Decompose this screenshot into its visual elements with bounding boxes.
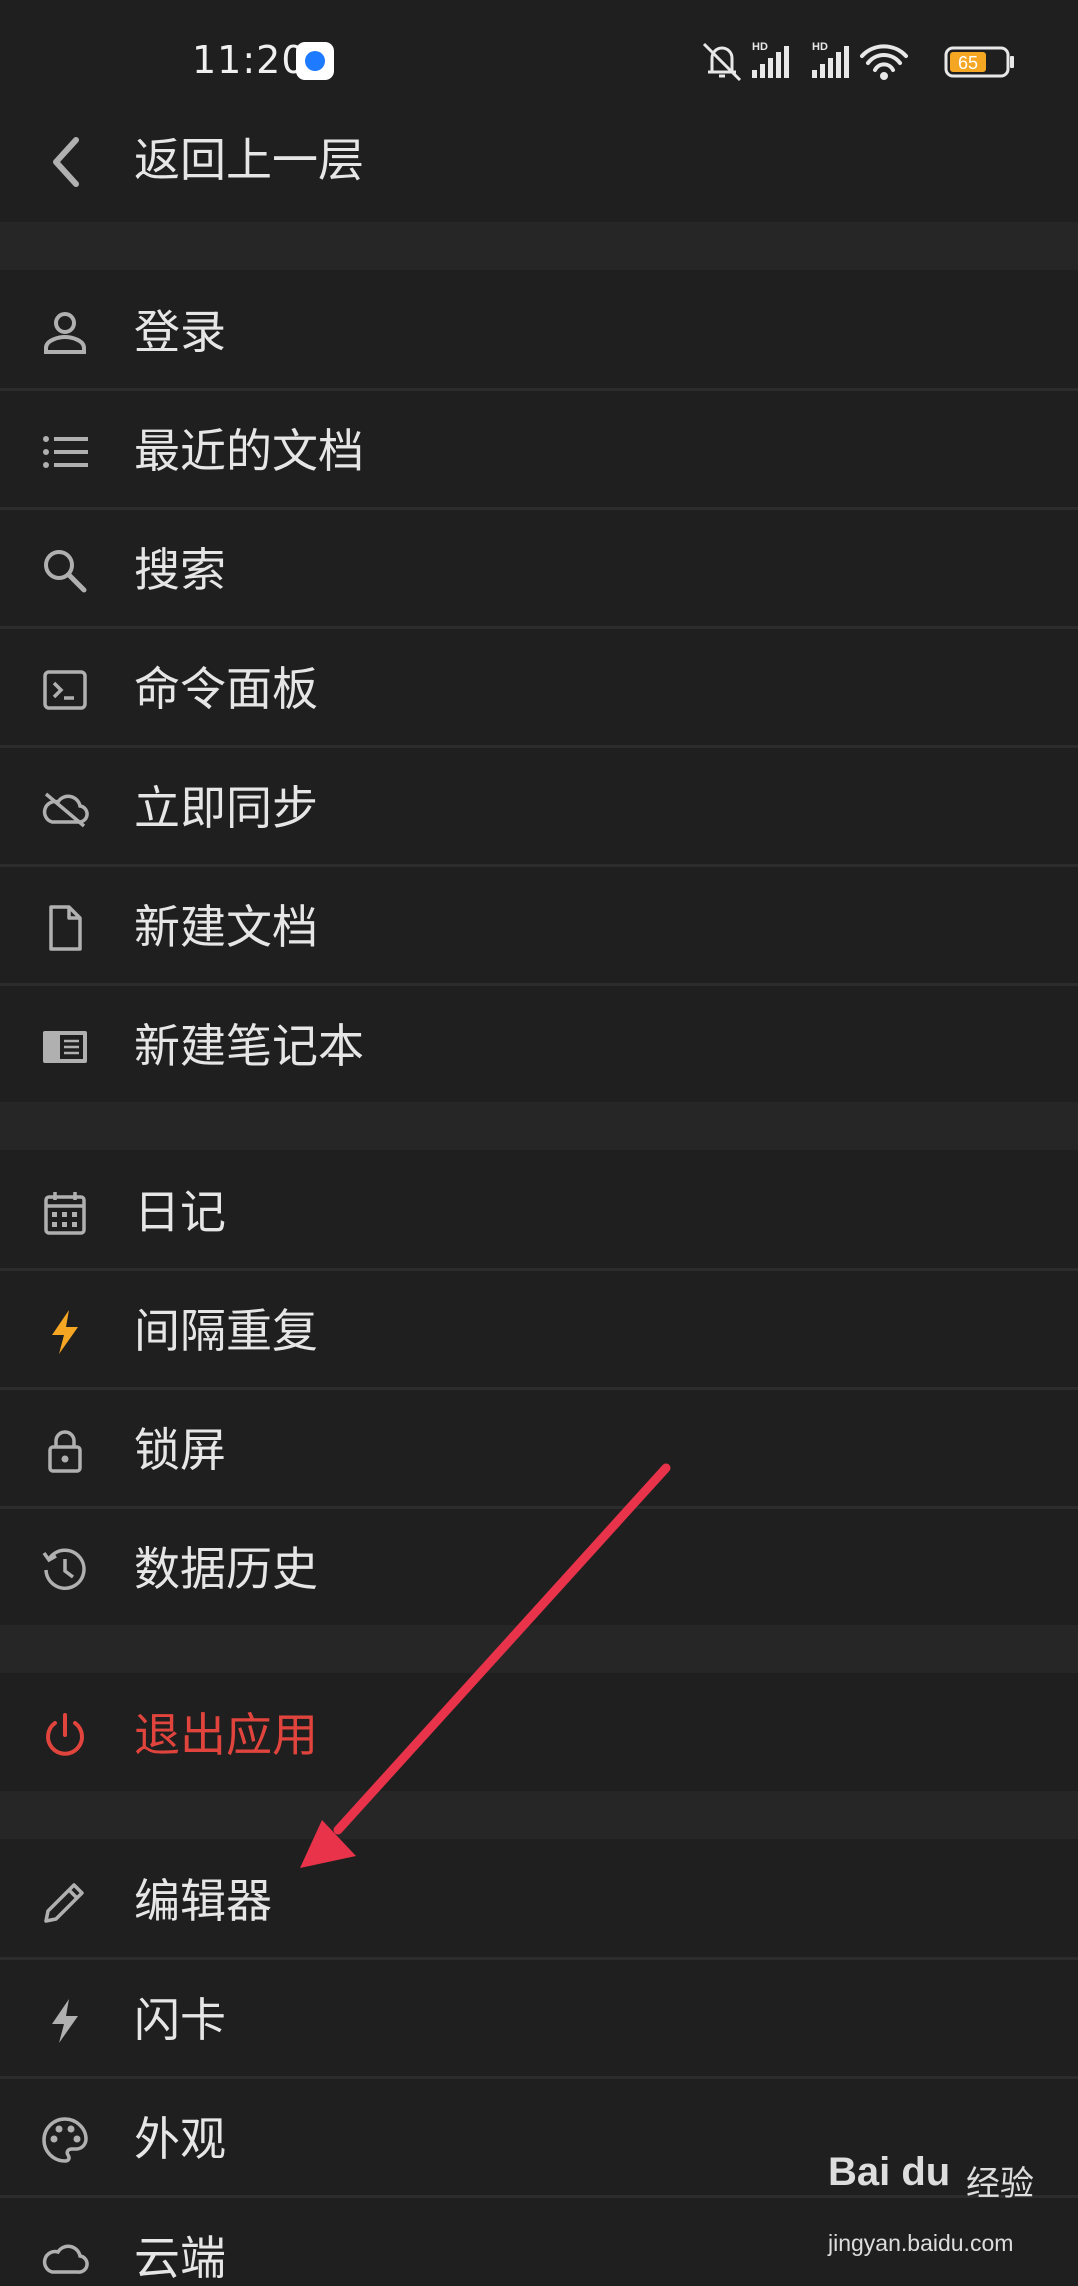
battery-level: 65	[958, 53, 978, 73]
file-icon	[49, 905, 82, 951]
wifi-icon	[860, 44, 908, 80]
menu-item-search[interactable]: 搜索	[0, 510, 1078, 626]
menu-item-label: 新建文档	[134, 900, 318, 954]
menu-item-label: 日记	[134, 1185, 226, 1239]
menu-item-label: 锁屏	[134, 1423, 226, 1477]
menu-item-label: 立即同步	[134, 781, 318, 835]
palette-icon	[42, 2117, 88, 2163]
cloud-off-icon	[42, 792, 89, 828]
menu-item-flashcard[interactable]: 闪卡	[0, 1960, 1078, 2076]
menu-item-label: 编辑器	[134, 1874, 272, 1928]
menu-item-new-doc[interactable]: 新建文档	[0, 867, 1078, 983]
search-icon	[44, 550, 87, 593]
menu-item-label: 云端	[134, 2231, 226, 2285]
network-label-1: HD	[752, 41, 768, 53]
pencil-icon	[44, 1883, 84, 1923]
network-label-2: HD	[812, 41, 828, 53]
menu-item-data-history[interactable]: 数据历史	[0, 1509, 1078, 1625]
list-icon	[43, 436, 88, 468]
menu-item-login[interactable]: 登录	[0, 272, 1078, 388]
cloud-icon	[42, 2244, 89, 2274]
menu-item-label: 命令面板	[134, 662, 318, 716]
menu-item-lock-screen[interactable]: 锁屏	[0, 1390, 1078, 1506]
status-indicators: HD HD 65	[702, 41, 1014, 82]
menu-item-command-panel[interactable]: 命令面板	[0, 629, 1078, 745]
watermark-cn: 经验	[966, 2164, 1034, 2204]
menu-item-editor[interactable]: 编辑器	[0, 1841, 1078, 1957]
menu-item-label: 最近的文档	[134, 424, 364, 478]
section-gap	[0, 1102, 1078, 1150]
status-time: 11:20	[192, 38, 307, 82]
lock-icon	[48, 1430, 82, 1473]
person-icon	[44, 312, 86, 354]
battery-icon: 65	[944, 46, 1014, 78]
menu-item-exit-app[interactable]: 退出应用	[0, 1675, 1078, 1791]
menu-item-label: 搜索	[134, 543, 226, 597]
signal-icon-2: HD	[812, 41, 849, 78]
menu-item-new-notebook[interactable]: 新建笔记本	[0, 986, 1078, 1102]
menu-item-diary[interactable]: 日记	[0, 1152, 1078, 1268]
menu-item-label: 闪卡	[134, 1993, 226, 2047]
section-gap	[0, 1625, 1078, 1673]
signal-icon-1: HD	[752, 41, 789, 78]
chevron-left-icon	[53, 137, 79, 187]
menu-item-spaced-repetition[interactable]: 间隔重复	[0, 1271, 1078, 1387]
watermark-url: jingyan.baidu.com	[828, 2230, 1014, 2256]
menu-item-label: 间隔重复	[134, 1304, 318, 1358]
lightning-icon	[52, 1310, 78, 1354]
baidu-watermark: Bai du 经验 jingyan.baidu.com	[828, 2150, 1048, 2270]
menu-item-label: 外观	[134, 2112, 226, 2166]
section-gap	[0, 1791, 1078, 1839]
section-gap	[0, 222, 1078, 270]
app-notification-icon	[296, 42, 334, 80]
menu-item-label: 新建笔记本	[134, 1019, 364, 1073]
mute-bell-icon	[702, 42, 742, 82]
power-icon	[46, 1713, 84, 1756]
menu-item-recent-docs[interactable]: 最近的文档	[0, 391, 1078, 507]
menu-item-label: 退出应用	[134, 1708, 318, 1762]
history-icon	[42, 1548, 86, 1591]
calendar-icon	[44, 1192, 86, 1235]
menu-item-sync-now[interactable]: 立即同步	[0, 748, 1078, 864]
watermark-brand: Bai du	[828, 2150, 951, 2194]
notebook-icon	[43, 1031, 87, 1063]
menu-item-label: 数据历史	[134, 1542, 318, 1596]
back-label: 返回上一层	[134, 133, 364, 187]
back-button[interactable]: 返回上一层	[0, 100, 1078, 222]
flash-icon	[52, 1999, 78, 2043]
menu-item-label: 登录	[134, 305, 226, 359]
terminal-icon	[43, 670, 87, 710]
